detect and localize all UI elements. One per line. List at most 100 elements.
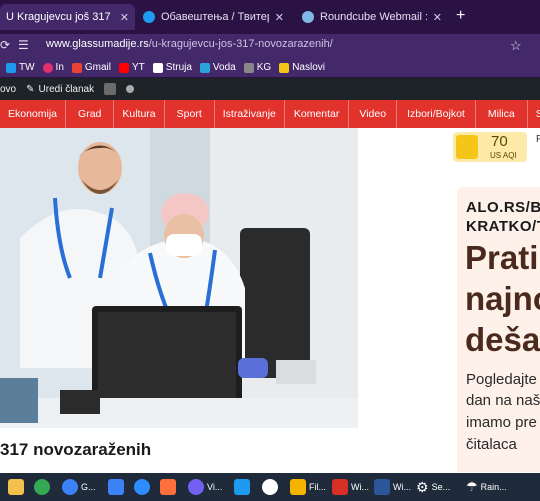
bookmark-label: Voda — [212, 62, 236, 73]
kg-icon — [243, 62, 254, 73]
bookmark-label: YT — [132, 62, 145, 73]
bookmark-tw[interactable]: TW — [6, 62, 35, 73]
gmail-icon — [71, 62, 82, 73]
promo-text: čitalaca — [466, 436, 517, 453]
taskbar-label: Fil... — [309, 482, 326, 492]
taskbar-label: Se... — [431, 482, 451, 492]
taskbar-app[interactable] — [108, 477, 124, 497]
menu-item[interactable]: Izbori/Bojkot — [397, 100, 476, 128]
tab-title: Обавештења / Твитер — [161, 11, 269, 23]
new-tab-button[interactable]: + — [456, 7, 465, 25]
umbrella-icon: ☂ — [466, 479, 478, 494]
edit-article-link[interactable]: ✎ Uredi članak — [26, 84, 94, 95]
menu-item[interactable]: Istraživanje — [215, 100, 285, 128]
url-field[interactable]: www.glassumadije.rs/u-kragujevcu-jos-317… — [46, 38, 333, 50]
app-icon — [108, 479, 124, 495]
taskbar-app[interactable] — [234, 477, 250, 497]
bookmark-struja[interactable]: Struja — [152, 62, 192, 73]
tab-title: U Kragujevcu još 317 novozaražen — [6, 11, 114, 23]
status-dot-icon — [126, 85, 135, 93]
close-tab-icon[interactable]: ✕ — [275, 11, 284, 24]
close-tab-icon[interactable]: ✕ — [120, 11, 129, 24]
taskbar-label: Rain... — [480, 482, 507, 492]
bookmark-label: In — [55, 62, 64, 73]
sidebar-letter: F — [536, 134, 540, 145]
app-icon — [262, 479, 278, 495]
bookmark-star-icon[interactable]: ☆ — [510, 38, 522, 54]
struja-icon — [152, 62, 163, 73]
bookmark-voda[interactable]: Voda — [199, 62, 236, 73]
menu-item[interactable]: Video — [349, 100, 398, 128]
site-info-icon[interactable]: ☰ — [18, 38, 29, 52]
windows-taskbar: G... Vi... Fil... Wi... Wi... ⚙ Se... ☂ Ra… — [0, 473, 540, 501]
wp-admin-item-site[interactable]: ovo — [0, 84, 16, 95]
wp-admin-bar: ovo ✎ Uredi članak — [0, 78, 540, 100]
article-photo — [0, 128, 358, 428]
tab-title: Roundcube Webmail :: Inbox — [320, 11, 427, 23]
taskbar-app[interactable] — [160, 477, 176, 497]
menu-item[interactable]: Kultura — [114, 100, 165, 128]
bookmark-label: Naslovi — [292, 62, 325, 73]
close-tab-icon[interactable]: ✕ — [433, 11, 442, 24]
aqi-value: 70 — [491, 133, 508, 150]
bookmark-in[interactable]: In — [42, 62, 64, 73]
pdf-icon — [332, 479, 348, 495]
taskbar-label: Wi... — [393, 482, 411, 492]
viber-icon — [188, 479, 204, 495]
bookmark-gmail[interactable]: Gmail — [71, 62, 111, 73]
aqi-label: US AQI — [490, 151, 517, 160]
menu-item[interactable]: Milica — [476, 100, 528, 128]
menu-item[interactable]: Komentar — [285, 100, 350, 128]
bookmarks-bar: TW In Gmail YT Struja Voda KG Naslovi — [0, 58, 540, 78]
taskbar-app-chrome[interactable] — [34, 477, 50, 497]
promo-heading: najno — [465, 280, 540, 317]
taskbar-app-pdf[interactable]: Wi... — [332, 477, 369, 497]
taskbar-weather[interactable]: ☂ Rain... — [466, 477, 507, 497]
gear-icon: ⚙ — [416, 478, 429, 495]
air-quality-widget[interactable]: 70 US AQI — [453, 132, 527, 162]
folder-icon — [279, 62, 290, 73]
promo-kicker: ALO.RS/B — [466, 199, 540, 216]
promo-box[interactable]: ALO.RS/B KRATKO/T Prati najno dešav Pogl… — [457, 187, 540, 472]
promo-kicker: KRATKO/T — [466, 218, 540, 235]
chrome-icon — [34, 479, 50, 495]
taskbar-app-word[interactable]: Wi... — [374, 477, 411, 497]
tab-roundcube[interactable]: Roundcube Webmail :: Inbox ✕ — [296, 4, 448, 30]
address-bar: ⟳ ☰ www.glassumadije.rs/u-kragujevcu-jos… — [0, 34, 540, 58]
taskbar-app-settings[interactable]: ⚙ Se... — [416, 477, 450, 497]
site-main-menu: Ekonomija Grad Kultura Sport Istraživanj… — [0, 100, 540, 128]
roundcube-icon — [302, 11, 314, 23]
youtube-icon — [119, 62, 130, 73]
bookmark-kg[interactable]: KG — [243, 62, 271, 73]
article-headline[interactable]: 317 novozaraženih — [0, 440, 151, 460]
promo-text: Pogledajte — [466, 371, 537, 388]
bookmark-label: Struja — [165, 62, 192, 73]
menu-item[interactable]: Ekonomija — [0, 100, 67, 128]
bookmark-label: TW — [19, 62, 35, 73]
zoom-icon — [134, 479, 150, 495]
tab-twitter[interactable]: Обавештења / Твитер ✕ — [137, 4, 290, 30]
menu-item[interactable]: Serv — [528, 100, 540, 128]
taskbar-app-zoom[interactable] — [134, 477, 150, 497]
tab-active[interactable]: U Kragujevcu još 317 novozaražen ✕ — [0, 4, 135, 30]
taskbar-app-explorer[interactable] — [8, 477, 24, 497]
taskbar-app[interactable] — [262, 477, 278, 497]
url-path: /u-kragujevcu-jos-317-novozarazenih/ — [148, 38, 333, 50]
promo-text: dan na naš — [466, 392, 540, 409]
photo-illustration — [0, 128, 358, 428]
menu-item[interactable]: Sport — [165, 100, 215, 128]
reload-icon[interactable]: ⟳ — [0, 38, 10, 52]
taskbar-label: G... — [81, 482, 96, 492]
yoast-icon[interactable] — [104, 83, 117, 95]
menu-item[interactable]: Grad — [66, 100, 115, 128]
pencil-icon: ✎ — [26, 83, 35, 95]
taskbar-app-files[interactable]: Fil... — [290, 477, 326, 497]
folder-icon — [290, 479, 306, 495]
bookmark-naslovi[interactable]: Naslovi — [279, 62, 325, 73]
wp-admin-label: Uredi članak — [38, 83, 95, 95]
taskbar-app-g[interactable]: G... — [62, 477, 96, 497]
word-icon — [374, 479, 390, 495]
bookmark-yt[interactable]: YT — [119, 62, 145, 73]
browser-tab-strip: U Kragujevcu još 317 novozaražen ✕ Обаве… — [0, 0, 540, 34]
taskbar-app-viber[interactable]: Vi... — [188, 477, 222, 497]
